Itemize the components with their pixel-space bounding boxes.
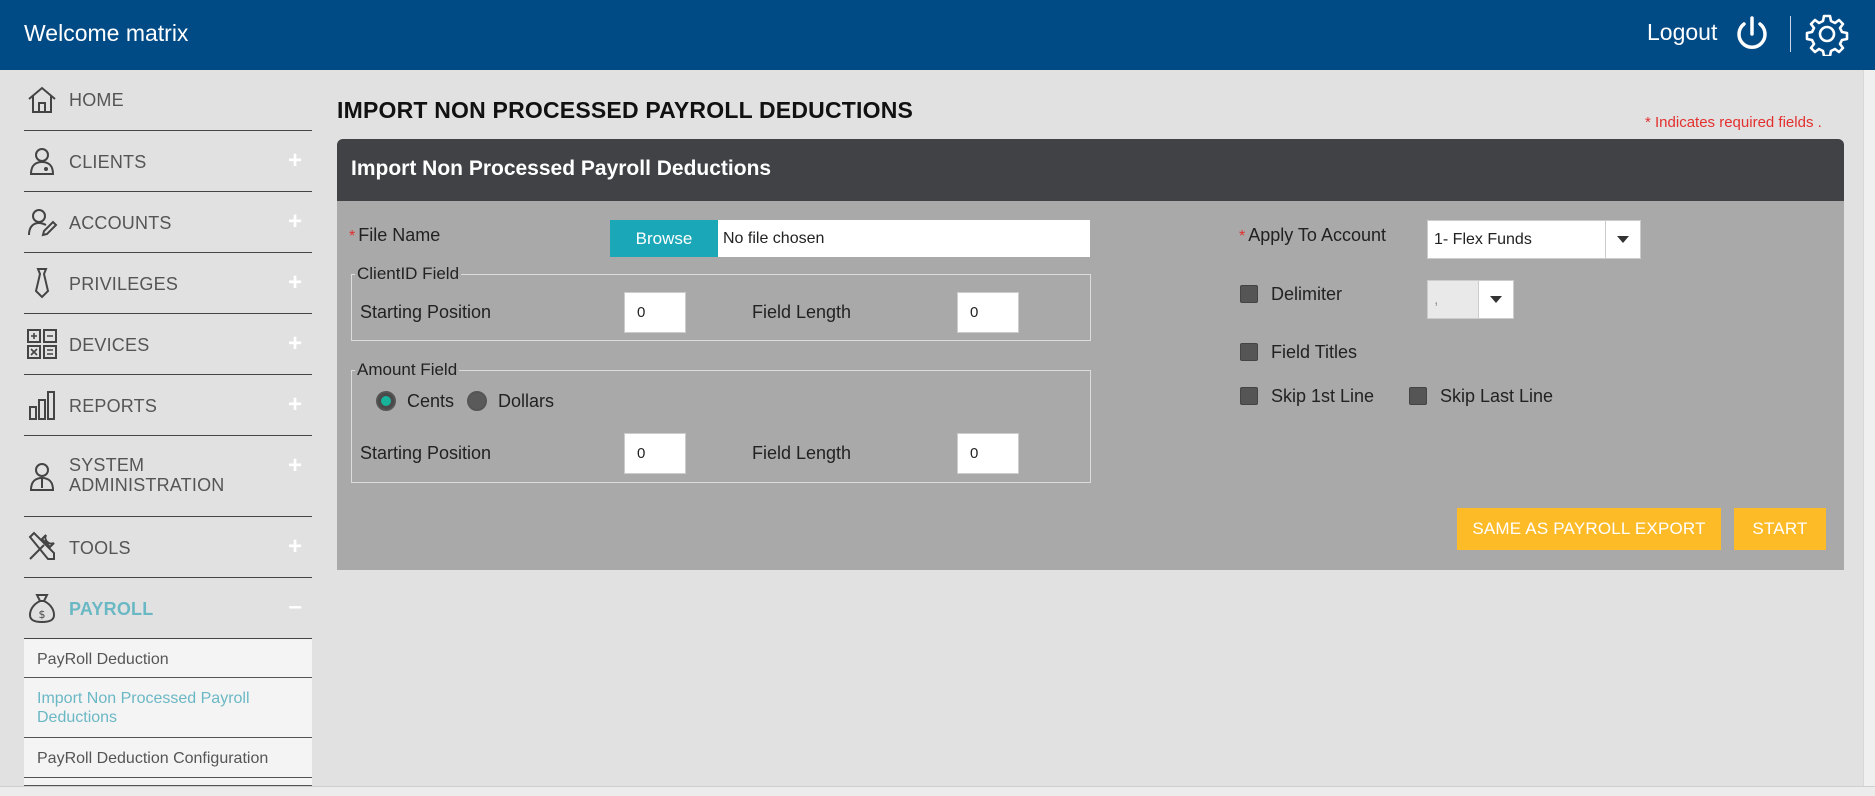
required-fields-note: * Indicates required fields . <box>1645 114 1822 131</box>
sidebar-item-devices[interactable]: DEVICES + <box>24 314 312 375</box>
sidebar-item-label: DEVICES <box>69 335 150 355</box>
header-divider <box>1790 16 1791 52</box>
expand-icon[interactable]: + <box>288 535 302 559</box>
sidebar-item-clients[interactable]: CLIENTS + <box>24 131 312 192</box>
money-bag-icon: $ <box>26 592 58 624</box>
expand-icon[interactable]: + <box>288 271 302 295</box>
clientid-start-label: Starting Position <box>360 302 492 322</box>
apply-account-select[interactable]: 1- Flex Funds <box>1427 220 1641 259</box>
admin-user-icon <box>26 460 58 492</box>
amount-start-label: Starting Position <box>360 443 492 463</box>
field-titles-label: Field Titles <box>1271 342 1358 362</box>
tools-icon <box>26 531 58 563</box>
required-mark: * <box>349 228 356 245</box>
sidebar-item-reports[interactable]: REPORTS + <box>24 375 312 436</box>
delimiter-checkbox[interactable] <box>1240 285 1258 303</box>
tie-icon <box>26 267 58 299</box>
amount-length-input[interactable]: 0 <box>957 433 1019 474</box>
sidebar-item-label: ACCOUNTS <box>69 213 172 233</box>
skip-first-line-label: Skip 1st Line <box>1271 386 1375 406</box>
skip-first-line-checkbox[interactable] <box>1240 387 1258 405</box>
amount-length-label: Field Length <box>752 443 852 463</box>
required-note-text: Indicates required fields . <box>1655 114 1822 131</box>
skip-last-line-label: Skip Last Line <box>1440 386 1554 406</box>
cents-label: Cents <box>407 391 455 411</box>
amount-legend: Amount Field <box>355 360 460 380</box>
browse-button[interactable]: Browse <box>610 220 718 257</box>
apply-account-value: 1- Flex Funds <box>1434 231 1532 248</box>
subnav-label-line2: Deductions <box>37 709 118 726</box>
clientid-start-input[interactable]: 0 <box>624 292 686 333</box>
clientid-length-input[interactable]: 0 <box>957 292 1019 333</box>
sidebar-item-label-line1: SYSTEM <box>69 455 145 475</box>
sidebar-item-label: CLIENTS <box>69 152 147 172</box>
calculator-icon <box>26 328 58 360</box>
amount-start-input[interactable]: 0 <box>624 433 686 474</box>
page-title: IMPORT NON PROCESSED PAYROLL DEDUCTIONS <box>337 97 914 123</box>
horizontal-scrollbar[interactable] <box>0 786 1875 796</box>
dollars-label: Dollars <box>498 391 555 411</box>
delimiter-label: Delimiter <box>1271 284 1343 304</box>
vertical-scrollbar[interactable] <box>1863 70 1875 796</box>
chevron-down-icon[interactable] <box>1605 221 1640 258</box>
apply-account-label: * Apply To Account <box>1239 225 1386 245</box>
subnav-label: PayRoll Deduction Configuration <box>37 750 269 767</box>
home-icon <box>26 84 58 116</box>
file-name-label: * File Name <box>349 225 441 245</box>
delimiter-value: , <box>1434 291 1439 308</box>
same-as-payroll-export-button[interactable]: SAME AS PAYROLL EXPORT <box>1457 508 1721 550</box>
sidebar-item-label-line2: ADMINISTRATION <box>69 475 225 495</box>
file-name-display[interactable]: No file chosen <box>718 220 1090 257</box>
sidebar-item-label: REPORTS <box>69 396 158 416</box>
sidebar-item-label: TOOLS <box>69 538 131 558</box>
subnav-import-non-processed[interactable]: Import Non Processed Payroll Deductions <box>24 678 312 738</box>
field-titles-checkbox[interactable] <box>1240 343 1258 361</box>
subnav-item-partial[interactable] <box>24 778 312 786</box>
user-edit-icon <box>26 206 58 238</box>
sidebar-item-label: PAYROLL <box>69 599 154 619</box>
expand-icon[interactable]: + <box>288 210 302 234</box>
collapse-icon[interactable]: – <box>289 595 302 619</box>
sidebar-item-home[interactable]: HOME <box>24 70 312 131</box>
subnav-payroll-deduction[interactable]: PayRoll Deduction <box>24 639 312 678</box>
expand-icon[interactable]: + <box>288 149 302 173</box>
expand-icon[interactable]: + <box>288 332 302 356</box>
expand-icon[interactable]: + <box>288 454 302 478</box>
required-mark: * <box>1239 228 1246 245</box>
subnav-label: PayRoll Deduction <box>37 651 169 668</box>
sidebar-item-privileges[interactable]: PRIVILEGES + <box>24 253 312 314</box>
panel-title: Import Non Processed Payroll Deductions <box>351 157 772 180</box>
welcome-text: Welcome matrix <box>24 20 189 46</box>
subnav-label-line1: Import Non Processed Payroll <box>37 690 250 707</box>
skip-last-line-checkbox[interactable] <box>1409 387 1427 405</box>
start-button[interactable]: START <box>1734 508 1826 550</box>
sidebar-item-label: HOME <box>69 90 124 110</box>
svg-text:$: $ <box>39 608 46 621</box>
chevron-down-icon[interactable] <box>1478 281 1513 318</box>
required-mark: * <box>1645 114 1651 131</box>
sidebar-item-accounts[interactable]: ACCOUNTS + <box>24 192 312 253</box>
panel-header: Import Non Processed Payroll Deductions <box>337 139 1844 201</box>
cents-radio[interactable] <box>376 391 396 411</box>
power-icon[interactable] <box>1732 14 1772 54</box>
sidebar-item-label: PRIVILEGES <box>69 274 179 294</box>
clientid-length-label: Field Length <box>752 302 852 322</box>
sidebar-item-system-administration[interactable]: SYSTEM ADMINISTRATION + <box>24 436 312 517</box>
expand-icon[interactable]: + <box>288 393 302 417</box>
user-icon <box>26 145 58 177</box>
gear-icon[interactable] <box>1805 12 1849 58</box>
subnav-payroll-deduction-configuration[interactable]: PayRoll Deduction Configuration <box>24 738 312 778</box>
delimiter-select[interactable]: , <box>1427 280 1514 319</box>
bar-chart-icon <box>26 389 58 421</box>
top-bar: Welcome matrix Logout <box>0 0 1875 70</box>
clientid-legend: ClientID Field <box>355 264 462 284</box>
sidebar-item-payroll[interactable]: $ PAYROLL – <box>24 578 312 639</box>
logout-link[interactable]: Logout <box>1647 19 1717 46</box>
import-panel: Import Non Processed Payroll Deductions … <box>337 139 1844 570</box>
sidebar-item-tools[interactable]: TOOLS + <box>24 517 312 578</box>
dollars-radio[interactable] <box>467 391 487 411</box>
